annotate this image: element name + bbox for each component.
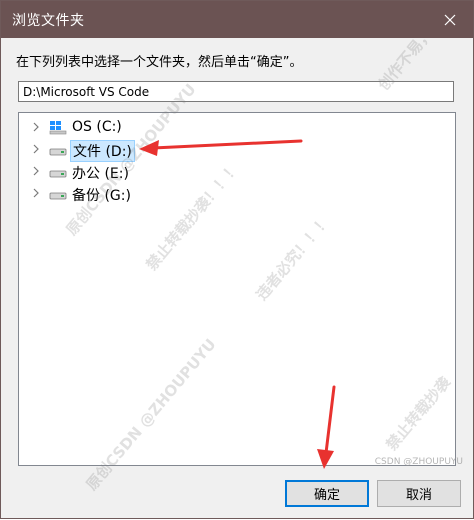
drive-icon [49, 148, 67, 156]
title-bar[interactable]: 浏览文件夹 [1, 1, 473, 38]
folder-path-field[interactable] [18, 81, 454, 102]
drive-icon [49, 170, 67, 178]
folder-tree[interactable]: OS (C:) 文件 (D:) 办公 (E:) 备份 (G:) [18, 112, 456, 466]
cancel-button[interactable]: 取消 [377, 480, 461, 507]
close-button[interactable] [427, 1, 473, 38]
instruction-text: 在下列列表中选择一个文件夹，然后单击“确定”。 [16, 55, 303, 70]
chevron-right-icon[interactable] [33, 144, 40, 154]
tree-item-label: 文件 (D:) [70, 140, 135, 162]
close-icon [444, 14, 456, 25]
dialog-title: 浏览文件夹 [12, 13, 85, 29]
windows-drive-icon [49, 121, 67, 135]
tree-item-label: 办公 (E:) [72, 166, 129, 182]
tree-item-label: 备份 (G:) [72, 188, 131, 204]
ok-button[interactable]: 确定 [285, 480, 369, 507]
chevron-right-icon[interactable] [33, 122, 40, 132]
chevron-right-icon[interactable] [33, 166, 40, 176]
chevron-right-icon[interactable] [33, 188, 40, 198]
tree-item-g-drive[interactable]: 备份 (G:) [19, 183, 319, 204]
browse-folder-dialog: 浏览文件夹 在下列列表中选择一个文件夹，然后单击“确定”。 OS (C:) [0, 0, 474, 519]
drive-icon [49, 192, 67, 200]
tree-item-d-drive[interactable]: 文件 (D:) [19, 139, 319, 162]
tree-item-os-c[interactable]: OS (C:) [19, 117, 319, 138]
tree-item-e-drive[interactable]: 办公 (E:) [19, 161, 319, 182]
tree-item-label: OS (C:) [72, 119, 122, 135]
